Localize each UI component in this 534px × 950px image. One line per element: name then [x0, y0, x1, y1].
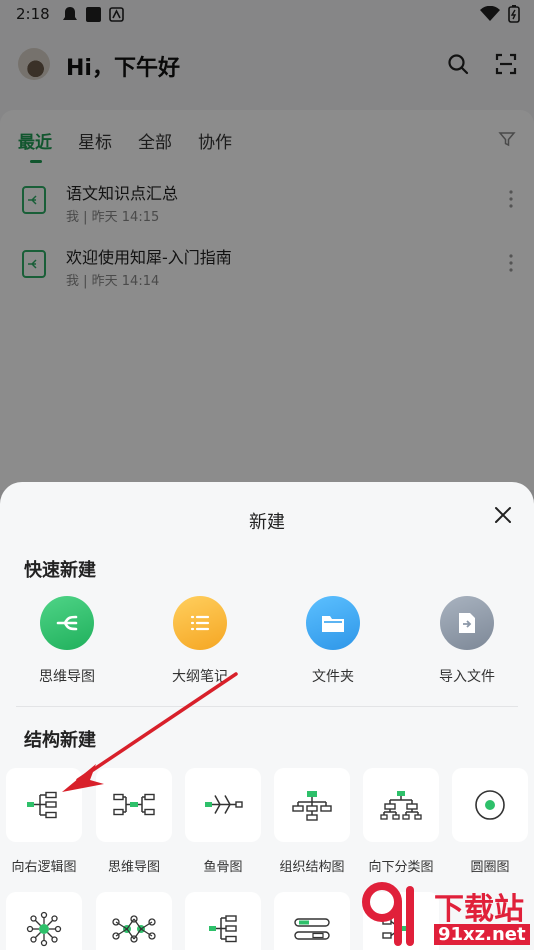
- import-icon: [440, 596, 494, 650]
- mindmap-icon: [40, 596, 94, 650]
- struct-mindmap-button[interactable]: 思维导图: [96, 768, 172, 875]
- quick-mindmap-button[interactable]: 思维导图: [12, 596, 122, 686]
- struct-double-bubble-button[interactable]: [96, 892, 172, 950]
- watermark-logo-icon: [362, 882, 414, 946]
- circle-map-icon: [475, 790, 505, 820]
- struct-label: 向右逻辑图: [11, 860, 77, 875]
- flow-map-icon: [294, 918, 330, 940]
- quick-label: 文件夹: [312, 669, 354, 685]
- struct-label: 向下分类图: [368, 860, 434, 875]
- tree-down-icon: [380, 791, 422, 820]
- fishbone-icon: [205, 795, 243, 814]
- struct-label: 组织结构图: [279, 860, 345, 875]
- struct-logic-right-button[interactable]: 向右逻辑图: [6, 768, 82, 875]
- struct-circle-map-button[interactable]: 圆圈图: [452, 768, 528, 875]
- struct-fishbone-button[interactable]: 鱼骨图: [185, 768, 261, 875]
- struct-org-chart-button[interactable]: 组织结构图: [274, 768, 350, 875]
- struct-bubble-button[interactable]: [6, 892, 82, 950]
- outline-icon: [173, 596, 227, 650]
- struct-bracket-button[interactable]: [185, 892, 261, 950]
- struct-label: 鱼骨图: [203, 860, 243, 875]
- bubble-map-icon: [26, 911, 62, 947]
- struct-label: 思维导图: [107, 860, 160, 875]
- divider: [16, 706, 518, 707]
- sheet-title: 新建: [249, 512, 285, 533]
- org-chart-icon: [292, 791, 332, 821]
- struct-tree-down-button[interactable]: 向下分类图: [363, 768, 439, 875]
- bracket-map-icon: [209, 915, 237, 943]
- watermark-url: 91xz.net: [434, 924, 530, 945]
- site-watermark: 下载站 91xz.net: [360, 880, 534, 950]
- quick-label: 思维导图: [39, 669, 95, 685]
- struct-flow-button[interactable]: [274, 892, 350, 950]
- close-icon[interactable]: [490, 502, 516, 528]
- logic-right-icon: [27, 791, 57, 819]
- quick-outline-button[interactable]: 大纲笔记: [145, 596, 255, 686]
- folder-icon: [306, 596, 360, 650]
- struct-label: 圆圈图: [470, 860, 510, 875]
- watermark-title: 下载站: [434, 892, 524, 927]
- quick-label: 导入文件: [439, 669, 495, 685]
- double-bubble-icon: [112, 915, 156, 943]
- quick-folder-button[interactable]: 文件夹: [278, 596, 388, 686]
- mindmap-structure-icon: [113, 793, 155, 816]
- quick-section-title: 快速新建: [24, 560, 96, 581]
- quick-label: 大纲笔记: [172, 669, 228, 685]
- struct-section-title: 结构新建: [24, 730, 96, 751]
- quick-import-button[interactable]: 导入文件: [412, 596, 522, 686]
